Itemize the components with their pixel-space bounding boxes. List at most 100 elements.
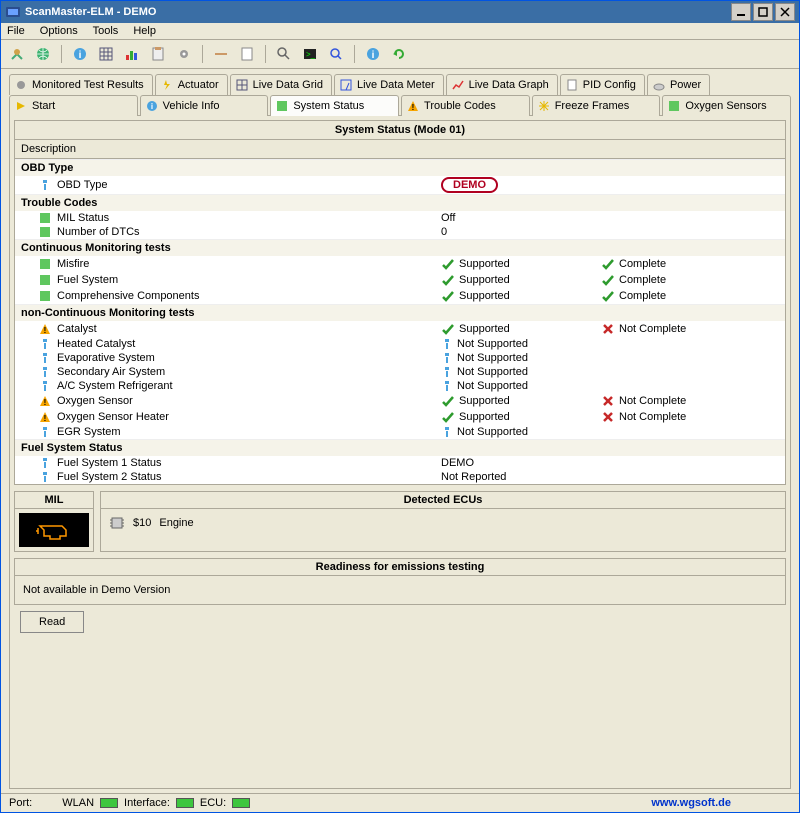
toolbar-separator xyxy=(265,45,266,63)
svg-text:!: ! xyxy=(44,326,47,335)
ecu-led-icon xyxy=(232,798,250,808)
ecu-title: Detected ECUs xyxy=(101,492,785,509)
system-status-panel: System Status (Mode 01) Description OBD … xyxy=(14,120,786,485)
menu-file[interactable]: File xyxy=(7,25,25,37)
titlebar: ScanMaster-ELM - DEMO xyxy=(1,1,799,23)
globe-icon[interactable] xyxy=(33,44,53,64)
refresh-icon[interactable] xyxy=(389,44,409,64)
row-value: Off xyxy=(441,212,455,224)
menu-help[interactable]: Help xyxy=(133,25,156,37)
info-icon xyxy=(39,352,51,364)
table-row: Secondary Air SystemNot Supported xyxy=(15,365,785,379)
tab-live-data-grid[interactable]: Live Data Grid xyxy=(230,74,332,95)
status-ecu-label: ECU: xyxy=(200,797,226,809)
tabs-row-1: Monitored Test Results Actuator Live Dat… xyxy=(1,69,799,94)
wlan-led-icon xyxy=(100,798,118,808)
gear-icon xyxy=(14,78,28,92)
green-icon xyxy=(39,258,51,270)
row-description: MIL Status xyxy=(57,212,109,224)
tab-vehicle-info[interactable]: iVehicle Info xyxy=(140,95,269,116)
ecu-name: Engine xyxy=(159,517,193,529)
row-value: 0 xyxy=(441,226,447,238)
tab-live-data-meter[interactable]: Live Data Meter xyxy=(334,74,444,95)
tab-trouble-codes[interactable]: !Trouble Codes xyxy=(401,95,530,116)
info-icon xyxy=(39,366,51,378)
terminal-icon[interactable]: >_ xyxy=(300,44,320,64)
minimize-button[interactable] xyxy=(731,3,751,21)
statusbar: Port: WLAN Interface: ECU: www.wgsoft.de xyxy=(1,793,799,812)
menu-tools[interactable]: Tools xyxy=(93,25,119,37)
svg-text:>_: >_ xyxy=(306,50,316,59)
warn-icon: ! xyxy=(39,395,51,407)
gear-icon[interactable] xyxy=(174,44,194,64)
chart-icon xyxy=(451,78,465,92)
row-supported: Supported xyxy=(459,290,510,302)
table-row: !CatalystSupportedNot Complete xyxy=(15,321,785,337)
check-icon xyxy=(601,273,615,287)
tab-label: PID Config xyxy=(583,79,636,91)
ecu-box: Detected ECUs $10 Engine xyxy=(100,491,786,552)
tab-label: Freeze Frames xyxy=(555,100,630,112)
clipboard-icon[interactable] xyxy=(148,44,168,64)
app-icon xyxy=(5,4,21,20)
row-supported: Supported xyxy=(459,274,510,286)
info-icon xyxy=(39,471,51,483)
bolt-icon xyxy=(160,78,174,92)
menu-options[interactable]: Options xyxy=(40,25,78,37)
search-icon[interactable] xyxy=(274,44,294,64)
mil-box: MIL xyxy=(14,491,94,552)
row-description: Oxygen Sensor Heater xyxy=(57,411,169,423)
tab-pid-config[interactable]: PID Config xyxy=(560,74,645,95)
tab-label: Oxygen Sensors xyxy=(685,100,766,112)
check-icon xyxy=(441,273,455,287)
tab-power[interactable]: Power xyxy=(647,74,710,95)
interface-led-icon xyxy=(176,798,194,808)
table-row: !Oxygen SensorSupportedNot Complete xyxy=(15,393,785,409)
doc-icon[interactable] xyxy=(237,44,257,64)
status-port-label: Port: xyxy=(9,797,32,809)
row-value: Not Reported xyxy=(441,471,506,483)
about-icon[interactable]: i xyxy=(363,44,383,64)
tab-live-data-graph[interactable]: Live Data Graph xyxy=(446,74,558,95)
row-description: Comprehensive Components xyxy=(57,290,199,302)
green-icon xyxy=(39,226,51,238)
info-icon xyxy=(441,380,453,392)
section-header: Fuel System Status xyxy=(15,439,785,456)
tab-actuator[interactable]: Actuator xyxy=(155,74,228,95)
doc-icon xyxy=(565,78,579,92)
cross-icon xyxy=(601,394,615,408)
row-description: Misfire xyxy=(57,258,89,270)
row-supported: Supported xyxy=(459,395,510,407)
mil-engine-icon xyxy=(19,513,89,547)
tab-start[interactable]: Start xyxy=(9,95,138,116)
meter-icon xyxy=(339,78,353,92)
connect-icon[interactable] xyxy=(7,44,27,64)
check-icon xyxy=(441,322,455,336)
table-row: Fuel System 1 StatusDEMO xyxy=(15,456,785,470)
table-row: Fuel SystemSupportedComplete xyxy=(15,272,785,288)
svg-text:i: i xyxy=(151,102,153,111)
tool-icon[interactable] xyxy=(211,44,231,64)
tab-system-status[interactable]: System Status xyxy=(270,95,399,116)
info-icon[interactable]: i xyxy=(70,44,90,64)
close-button[interactable] xyxy=(775,3,795,21)
table-row: Number of DTCs0 xyxy=(15,225,785,239)
svg-text:i: i xyxy=(372,50,375,61)
info-icon xyxy=(441,338,453,350)
tab-freeze-frames[interactable]: Freeze Frames xyxy=(532,95,661,116)
warn-icon: ! xyxy=(39,323,51,335)
magnifier-icon[interactable] xyxy=(326,44,346,64)
content-area: System Status (Mode 01) Description OBD … xyxy=(9,115,791,789)
row-supported: Not Supported xyxy=(457,366,528,378)
grid-icon[interactable] xyxy=(96,44,116,64)
tab-oxygen-sensors[interactable]: Oxygen Sensors xyxy=(662,95,791,116)
maximize-button[interactable] xyxy=(753,3,773,21)
row-description: Fuel System xyxy=(57,274,118,286)
website-link[interactable]: www.wgsoft.de xyxy=(651,797,731,809)
read-button[interactable]: Read xyxy=(20,611,84,633)
chart-icon[interactable] xyxy=(122,44,142,64)
tab-label: Start xyxy=(32,100,55,112)
svg-text:!: ! xyxy=(44,414,47,423)
tab-monitored-test-results[interactable]: Monitored Test Results xyxy=(9,74,153,95)
row-value: DEMO xyxy=(441,177,498,193)
